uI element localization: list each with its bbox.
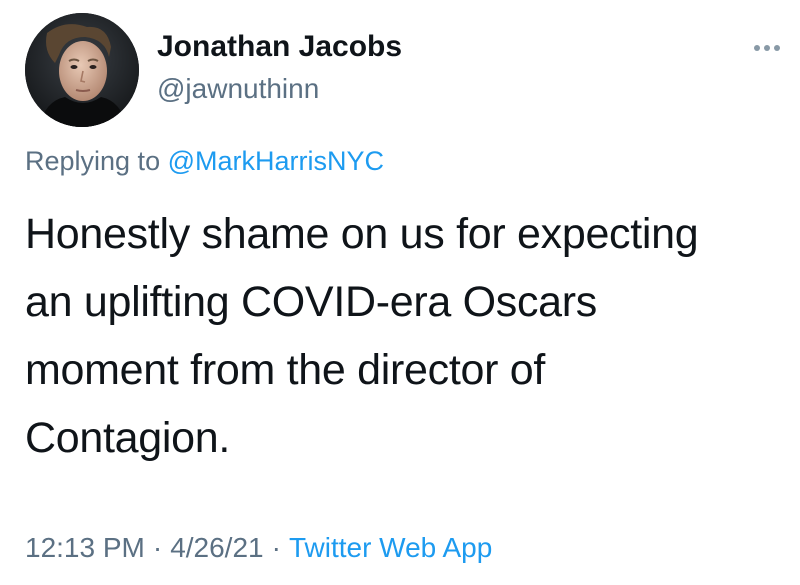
meta-separator: · bbox=[152, 532, 163, 563]
tweet-text-line: moment from the director of bbox=[25, 346, 546, 394]
tweet-text-line: Contagion. bbox=[25, 414, 230, 462]
tweet-text-line: an uplifting COVID-era Oscars bbox=[25, 278, 598, 326]
tweet-source-link[interactable]: Twitter Web App bbox=[289, 532, 492, 563]
meta-separator: · bbox=[271, 532, 281, 563]
more-horizontal-icon bbox=[754, 45, 780, 51]
tweet-time[interactable]: 12:13 PM bbox=[25, 532, 145, 563]
more-options-button[interactable] bbox=[750, 38, 784, 58]
reply-mention-link[interactable]: @MarkHarrisNYC bbox=[168, 146, 384, 176]
reply-context-prefix: Replying to bbox=[25, 146, 161, 176]
tweet-text-line: Honestly shame on us for expecting bbox=[25, 210, 699, 258]
tweet-date[interactable]: 4/26/21 bbox=[170, 532, 263, 563]
user-handle[interactable]: @jawnuthinn bbox=[157, 73, 319, 105]
tweet: Jonathan Jacobs @jawnuthinn Replying to … bbox=[0, 0, 800, 585]
tweet-meta: 12:13 PM · 4/26/21 · Twitter Web App bbox=[25, 532, 492, 564]
avatar[interactable] bbox=[25, 13, 139, 127]
tweet-text: Honestly shame on us for expecting an up… bbox=[25, 200, 785, 472]
reply-context: Replying to @MarkHarrisNYC bbox=[25, 146, 384, 177]
display-name[interactable]: Jonathan Jacobs bbox=[157, 30, 402, 64]
profile-photo-icon bbox=[25, 13, 139, 127]
